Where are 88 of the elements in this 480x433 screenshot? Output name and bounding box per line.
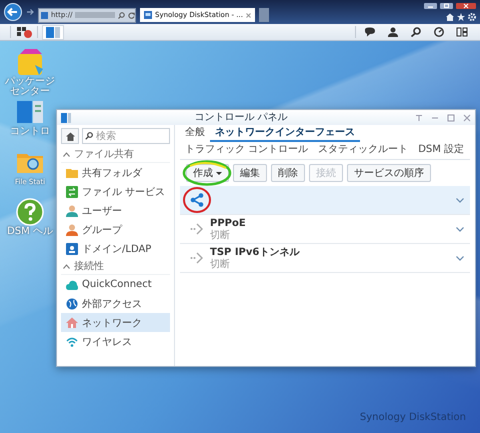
main-menu-icon[interactable] — [15, 26, 33, 38]
sidebar-item-label: グループ — [82, 224, 122, 236]
blurred-url — [75, 12, 116, 18]
back-button[interactable] — [4, 3, 22, 21]
connection-arrow-icon — [190, 222, 204, 236]
search-field[interactable]: 検索 — [82, 128, 170, 144]
sidebar-item[interactable]: 外部アクセス — [61, 294, 170, 313]
desktop-icon-label: パッケージ — [4, 77, 56, 87]
sidebar-item[interactable]: ドメイン/LDAP — [61, 239, 170, 258]
sidebar-item-label: ファイル サービス — [82, 186, 166, 198]
house-icon — [66, 316, 78, 328]
caret-up-icon[interactable] — [63, 152, 70, 156]
gauge-icon[interactable] — [433, 27, 445, 37]
search-icon[interactable] — [118, 12, 126, 18]
section-header[interactable]: ファイル共有 — [74, 147, 134, 161]
interface-name: TSP IPv6トンネル — [210, 246, 301, 258]
app-icon — [61, 112, 71, 122]
close-button[interactable] — [456, 3, 476, 9]
chat-icon[interactable] — [364, 27, 376, 37]
tab-icon — [144, 11, 152, 19]
interface-row[interactable]: PPPoE 切断 — [180, 215, 470, 244]
search-icon — [85, 132, 93, 140]
forward-icon[interactable] — [26, 8, 34, 16]
interface-row[interactable] — [180, 186, 470, 215]
section-header[interactable]: 接続性 — [74, 259, 104, 273]
square-arrows-icon — [66, 186, 78, 198]
toolbar-button[interactable]: 削除 — [271, 164, 305, 182]
home-icon — [66, 132, 74, 140]
desktop-icon-label: コントロ — [9, 127, 51, 137]
chevron-down-icon[interactable] — [456, 198, 464, 202]
maximize-icon[interactable] — [447, 114, 455, 122]
wallpaper-logo: Synology DiskStation — [360, 412, 466, 423]
user-icon[interactable] — [387, 27, 399, 37]
search-icon[interactable] — [410, 27, 422, 37]
toolbar-button[interactable]: 編集 — [233, 164, 267, 182]
panel-icon — [46, 26, 60, 38]
settings-icon[interactable] — [468, 13, 476, 21]
caret-up-icon[interactable] — [63, 264, 70, 268]
desktop-icon-label: DSM ヘル — [6, 227, 54, 237]
sidebar-item[interactable]: ファイル サービス — [61, 182, 170, 201]
sidebar-item-label: QuickConnect — [82, 279, 152, 290]
sidebar-item[interactable]: QuickConnect — [61, 275, 170, 294]
interface-row[interactable]: TSP IPv6トンネル 切断 — [180, 244, 470, 273]
sidebar-item[interactable]: グループ — [61, 220, 170, 239]
sidebar-item[interactable]: ユーザー — [61, 201, 170, 220]
person-icon — [66, 224, 78, 236]
sidebar-item-label: ユーザー — [82, 204, 122, 218]
sidebar-item[interactable]: ネットワーク — [61, 313, 170, 332]
home-icon[interactable] — [446, 13, 454, 21]
connection-arrow-icon — [190, 251, 204, 265]
sidebar-item[interactable]: ワイヤレス — [61, 332, 170, 351]
toolbar-button[interactable]: サービスの順序 — [347, 164, 431, 182]
star-icon[interactable] — [457, 13, 465, 21]
window-title: コントロール パネル — [193, 112, 289, 123]
home-button[interactable] — [61, 128, 79, 144]
site-icon — [41, 12, 48, 18]
user-icon — [66, 204, 78, 216]
cloud-icon — [66, 278, 78, 290]
interface-status: 切断 — [210, 258, 231, 270]
interface-status: 切断 — [210, 230, 231, 240]
wifi-icon — [66, 336, 78, 348]
desktop-icon-label: センター — [9, 87, 51, 97]
new-tab-button[interactable] — [258, 8, 269, 22]
globe-icon — [66, 298, 78, 310]
chevron-down-icon[interactable] — [456, 226, 464, 232]
tab[interactable]: トラフィック コントロール — [180, 142, 314, 159]
folder-icon — [66, 166, 78, 178]
sidebar-item-label: ドメイン/LDAP — [82, 242, 152, 256]
tab[interactable]: DSM 設定 — [413, 142, 470, 159]
tab[interactable]: 全般 — [180, 125, 210, 142]
share-icon — [190, 193, 204, 207]
sidebar-item[interactable]: 共有フォルダ — [61, 163, 170, 182]
widgets-icon[interactable] — [456, 27, 468, 37]
minimize-button[interactable] — [424, 3, 437, 9]
tab[interactable]: ネットワークインターフェース — [210, 125, 360, 142]
sidebar-item-label: 共有フォルダ — [82, 166, 142, 180]
taskbar-app-button[interactable] — [42, 24, 64, 40]
bag-icon[interactable] — [15, 47, 45, 77]
sidebar-item-label: 外部アクセス — [82, 298, 142, 310]
sidebar-item-label: ネットワーク — [82, 316, 142, 330]
id-card-icon — [66, 242, 78, 254]
chevron-down-icon[interactable] — [456, 256, 464, 260]
sidebar-item-label: ワイヤレス — [82, 336, 132, 348]
close-icon[interactable] — [463, 114, 471, 122]
interface-name: PPPoE — [210, 218, 247, 230]
tab[interactable]: スタティックルート — [313, 142, 414, 159]
refresh-icon[interactable] — [128, 12, 136, 18]
close-icon[interactable] — [246, 12, 251, 18]
